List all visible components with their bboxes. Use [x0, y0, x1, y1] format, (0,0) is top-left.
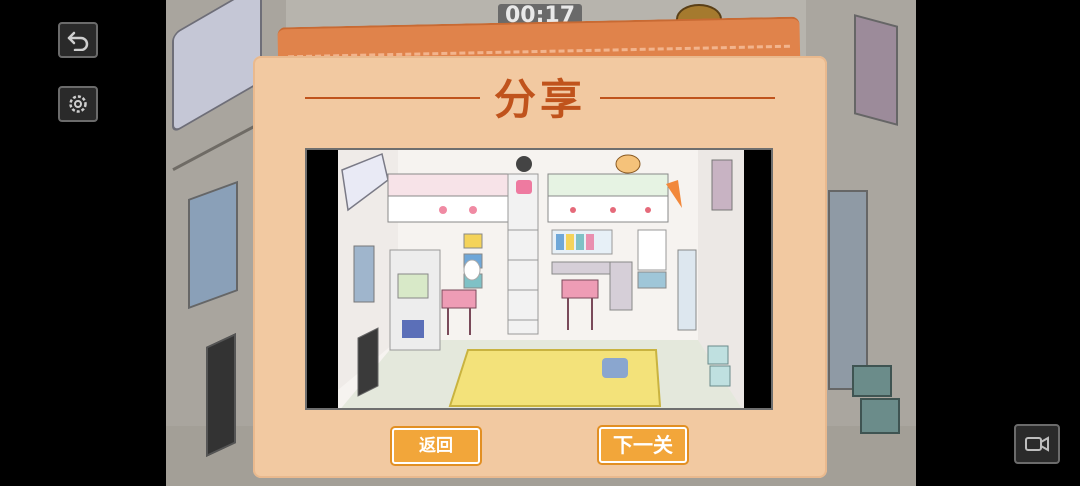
storage-box [860, 398, 900, 434]
wall-poster [188, 180, 238, 310]
record-video-button[interactable] [1014, 424, 1060, 464]
tv [206, 333, 236, 457]
undo-button[interactable] [58, 22, 98, 58]
settings-button[interactable] [58, 86, 98, 122]
glass-door [828, 190, 868, 390]
share-dialog: 分享 返回 下一关 [253, 56, 827, 478]
undo-arrow-icon [67, 31, 89, 51]
dorm-room-illustration [338, 150, 744, 408]
room-preview-image [338, 150, 744, 408]
storage-box [852, 365, 892, 397]
back-button[interactable]: 返回 [392, 428, 480, 464]
next-level-button[interactable]: 下一关 [599, 427, 687, 463]
wall-poster-right [854, 14, 898, 126]
dialog-title: 分享 [493, 75, 586, 124]
share-screenshot-preview [305, 148, 773, 410]
video-camera-icon [1025, 436, 1049, 452]
gear-icon [69, 95, 87, 113]
